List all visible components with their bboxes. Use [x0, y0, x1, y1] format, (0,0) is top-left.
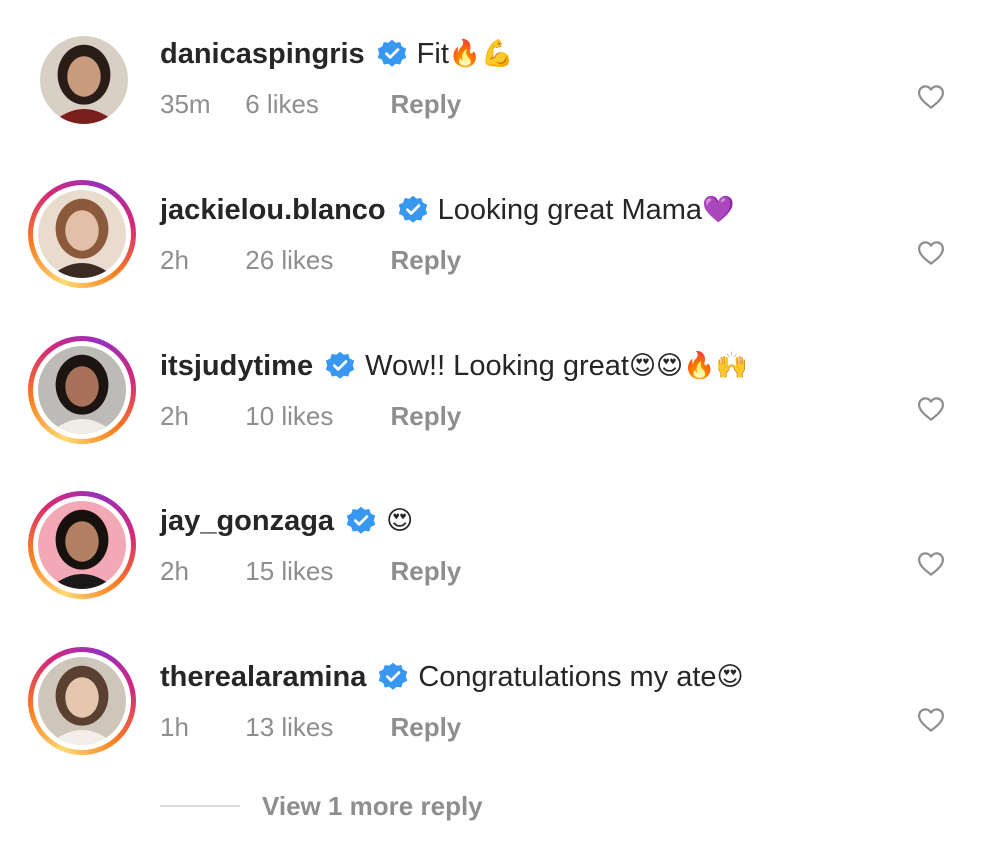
comment-item: danicaspingris Fit 🔥💪 35m 6 likes Reply — [0, 24, 1000, 154]
comment-time[interactable]: 1h — [160, 709, 238, 745]
avatar-ring-gap — [33, 341, 131, 439]
comment-likes[interactable]: 26 likes — [245, 242, 383, 278]
view-more-replies-label: View 1 more reply — [262, 790, 483, 821]
verified-badge-icon — [377, 39, 407, 69]
verified-badge-icon — [346, 506, 376, 536]
comment-text: Looking great Mama — [437, 194, 703, 226]
reply-button[interactable]: Reply — [390, 86, 461, 122]
verified-badge-icon — [398, 195, 428, 225]
comment-username[interactable]: jackielou.blanco — [160, 190, 386, 230]
comment-meta: 2h 10 likes Reply — [160, 398, 461, 434]
comment-item: jay_gonzaga 😍 2h 15 likes Reply — [0, 491, 1000, 621]
avatar[interactable] — [28, 491, 136, 599]
reply-button[interactable]: Reply — [390, 398, 461, 434]
comment-likes[interactable]: 10 likes — [245, 398, 383, 434]
avatar[interactable] — [28, 24, 136, 132]
verified-badge-icon — [378, 662, 408, 692]
avatar-ring-gap — [33, 496, 131, 594]
avatar-ring-gap — [28, 24, 136, 132]
comment-username[interactable]: jay_gonzaga — [160, 501, 334, 541]
comment-meta: 2h 26 likes Reply — [160, 242, 461, 278]
reply-button[interactable]: Reply — [390, 709, 461, 745]
avatar[interactable] — [28, 336, 136, 444]
comment-line: danicaspingris Fit 🔥💪 — [160, 34, 514, 74]
comment-likes[interactable]: 6 likes — [245, 86, 383, 122]
comment-username[interactable]: therealaramina — [160, 657, 366, 697]
avatar[interactable] — [28, 180, 136, 288]
heart-outline-icon[interactable] — [916, 238, 946, 268]
divider-line — [160, 805, 240, 807]
heart-outline-icon[interactable] — [916, 705, 946, 735]
comment-emojis: 😍😍🔥🙌 — [628, 351, 748, 381]
heart-outline-icon[interactable] — [916, 394, 946, 424]
avatar-image — [40, 36, 128, 124]
view-more-replies-button[interactable]: View 1 more reply — [160, 786, 483, 826]
comment-line: jackielou.blanco Looking great Mama 💜 — [160, 190, 734, 230]
comment-time[interactable]: 2h — [160, 398, 238, 434]
comment-likes[interactable]: 13 likes — [245, 709, 383, 745]
comment-line: therealaramina Congratulations my ate 😍 — [160, 657, 744, 697]
avatar[interactable] — [28, 647, 136, 755]
avatar-image — [38, 501, 126, 589]
comment-emojis: 🔥💪 — [448, 39, 514, 69]
comment-emojis: 😍 — [386, 506, 414, 536]
avatar-image — [38, 657, 126, 745]
comments-list: danicaspingris Fit 🔥💪 35m 6 likes Reply … — [0, 0, 1000, 847]
comment-meta: 1h 13 likes Reply — [160, 709, 461, 745]
comment-line: itsjudytime Wow!! Looking great 😍😍🔥🙌 — [160, 346, 748, 386]
avatar-image — [38, 346, 126, 434]
reply-button[interactable]: Reply — [390, 242, 461, 278]
comment-line: jay_gonzaga 😍 — [160, 501, 413, 541]
comment-emojis: 💜 — [702, 195, 735, 225]
comment-item: itsjudytime Wow!! Looking great 😍😍🔥🙌 2h … — [0, 336, 1000, 466]
comment-meta: 35m 6 likes Reply — [160, 86, 461, 122]
comment-item: therealaramina Congratulations my ate 😍 … — [0, 647, 1000, 777]
comment-time[interactable]: 2h — [160, 553, 238, 589]
comment-meta: 2h 15 likes Reply — [160, 553, 461, 589]
comment-time[interactable]: 2h — [160, 242, 238, 278]
reply-button[interactable]: Reply — [390, 553, 461, 589]
heart-outline-icon[interactable] — [916, 549, 946, 579]
avatar-image — [38, 190, 126, 278]
avatar-ring-gap — [33, 652, 131, 750]
comment-text: Wow!! Looking great — [365, 350, 629, 382]
avatar-ring-gap — [33, 185, 131, 283]
comment-username[interactable]: danicaspingris — [160, 34, 365, 74]
comment-text: Congratulations my ate — [418, 661, 717, 693]
comment-item: jackielou.blanco Looking great Mama 💜 2h… — [0, 180, 1000, 310]
comment-time[interactable]: 35m — [160, 86, 238, 122]
verified-badge-icon — [325, 351, 355, 381]
comment-text: Fit — [416, 38, 449, 70]
comment-emojis: 😍 — [716, 662, 744, 692]
comment-likes[interactable]: 15 likes — [245, 553, 383, 589]
comment-username[interactable]: itsjudytime — [160, 346, 313, 386]
heart-outline-icon[interactable] — [916, 82, 946, 112]
